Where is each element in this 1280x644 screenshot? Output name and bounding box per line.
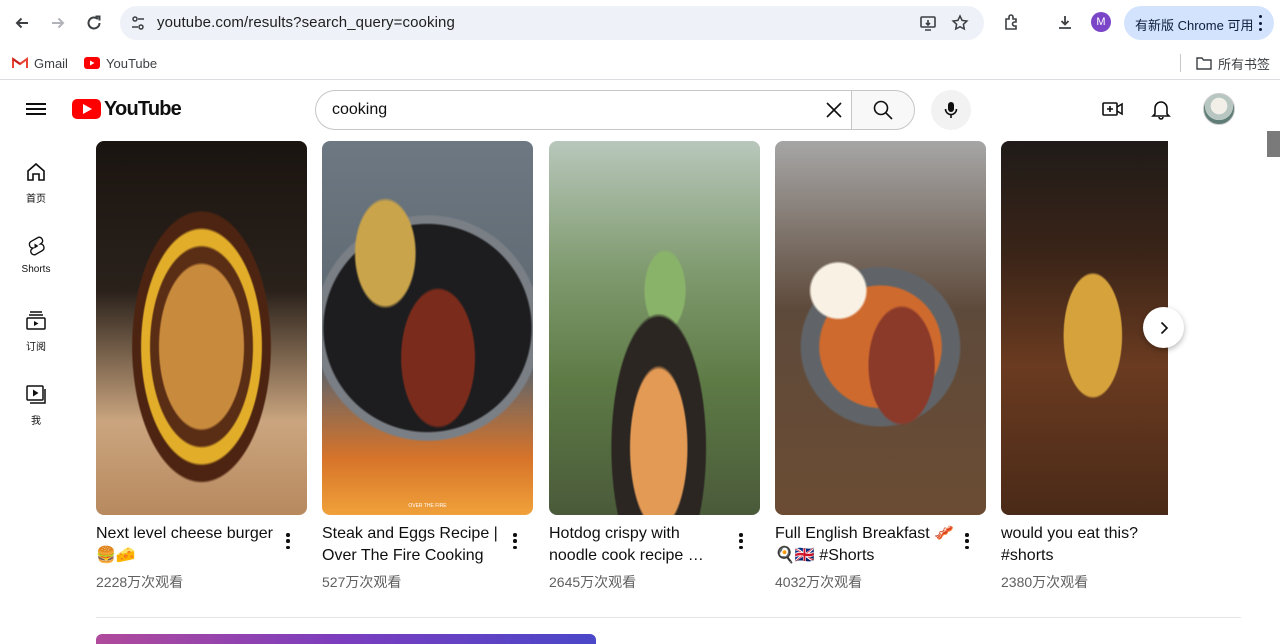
home-icon <box>24 160 48 184</box>
rail-label: 我 <box>31 416 41 427</box>
next-result-preview[interactable] <box>96 634 596 644</box>
search-icon <box>873 100 893 120</box>
short-thumbnail[interactable] <box>96 141 307 515</box>
reload-button[interactable] <box>80 9 108 37</box>
back-button[interactable] <box>8 9 36 37</box>
create-video-icon[interactable] <box>1101 97 1125 121</box>
browser-toolbar: youtube.com/results?search_query=cooking… <box>0 0 1280 46</box>
rail-label: 订阅 <box>26 342 46 353</box>
short-title[interactable]: Next level cheese burger 🍔🧀 <box>96 523 276 567</box>
short-title[interactable]: Full English Breakfast 🥓🍳🇬🇧 #Shorts <box>775 523 955 567</box>
short-views: 4032万次观看 <box>775 574 863 590</box>
downloads-icon[interactable] <box>1053 10 1077 34</box>
shelf-next-button[interactable] <box>1143 307 1184 348</box>
bookmarks-divider <box>1180 54 1181 72</box>
youtube-play-icon <box>72 99 101 119</box>
rail-label: Shorts <box>21 264 51 275</box>
folder-icon <box>1196 56 1212 70</box>
you-icon <box>24 382 48 406</box>
search-button[interactable] <box>851 90 915 130</box>
menu-icon[interactable] <box>24 97 48 121</box>
scrollbar-thumb[interactable] <box>1267 131 1280 157</box>
update-label: 有新版 Chrome 可用 <box>1135 18 1254 33</box>
user-avatar[interactable] <box>1203 93 1235 125</box>
bookmarks-bar: Gmail YouTube 所有书签 <box>0 46 1280 80</box>
short-views: 2645万次观看 <box>549 574 637 590</box>
bookmark-gmail[interactable]: Gmail <box>12 53 68 73</box>
short-title[interactable]: would you eat this? #shorts <box>1001 523 1161 567</box>
clear-search-icon[interactable] <box>822 98 846 122</box>
more-options-icon[interactable] <box>280 531 296 551</box>
thumbnail-watermark: OVER THE FIRE <box>408 503 447 509</box>
more-options-icon[interactable] <box>507 531 523 551</box>
profile-avatar[interactable]: M <box>1091 12 1111 32</box>
search-query[interactable]: cooking <box>332 101 387 119</box>
address-bar[interactable]: youtube.com/results?search_query=cooking <box>120 6 984 40</box>
voice-search-button[interactable] <box>931 90 971 130</box>
chrome-update-button[interactable]: 有新版 Chrome 可用 <box>1124 6 1274 40</box>
rail-label: 首页 <box>26 194 46 205</box>
all-bookmarks[interactable]: 所有书签 <box>1196 53 1270 73</box>
short-views: 2380万次观看 <box>1001 574 1089 590</box>
bookmark-label: Gmail <box>34 55 68 71</box>
more-options-icon[interactable] <box>959 531 975 551</box>
chevron-right-icon <box>1160 321 1168 334</box>
short-views: 527万次观看 <box>322 574 402 590</box>
back-arrow-icon <box>15 17 28 29</box>
subscriptions-icon <box>24 308 48 332</box>
rail-item-home[interactable]: 首页 <box>4 150 68 210</box>
rail-item-shorts[interactable]: Shorts <box>4 224 68 284</box>
short-thumbnail[interactable]: OVER THE FIRE <box>322 141 533 515</box>
rail-item-subscriptions[interactable]: 订阅 <box>4 298 68 358</box>
notifications-bell-icon[interactable] <box>1149 97 1173 121</box>
short-title[interactable]: Steak and Eggs Recipe | Over The Fire Co… <box>322 523 502 567</box>
more-vert-icon[interactable] <box>1254 13 1266 33</box>
more-options-icon[interactable] <box>733 531 749 551</box>
reload-icon <box>87 15 101 30</box>
short-views: 2228万次观看 <box>96 574 184 590</box>
extensions-icon[interactable] <box>1000 10 1024 34</box>
all-bookmarks-label: 所有书签 <box>1218 56 1271 72</box>
short-thumbnail[interactable] <box>549 141 760 515</box>
section-divider <box>96 617 1241 618</box>
url-text[interactable]: youtube.com/results?search_query=cooking <box>157 14 455 31</box>
short-thumbnail[interactable] <box>775 141 986 515</box>
short-title[interactable]: Hotdog crispy with noodle cook recipe … <box>549 523 729 567</box>
forward-arrow-icon <box>52 17 65 29</box>
youtube-icon <box>84 57 100 69</box>
gmail-icon <box>12 57 28 69</box>
site-settings-icon[interactable] <box>128 13 148 33</box>
bookmark-youtube[interactable]: YouTube <box>84 53 157 73</box>
bookmark-label: YouTube <box>106 55 158 71</box>
rail-item-you[interactable]: 我 <box>4 372 68 432</box>
microphone-icon <box>944 102 958 118</box>
install-app-icon[interactable] <box>918 13 938 33</box>
search-input[interactable]: cooking <box>315 90 852 130</box>
shorts-icon <box>24 234 48 258</box>
forward-button[interactable] <box>44 9 72 37</box>
youtube-logo[interactable]: YouTube <box>72 97 182 120</box>
bookmark-star-icon[interactable] <box>950 13 970 33</box>
youtube-header: YouTube cooking <box>0 81 1280 137</box>
logo-text: YouTube <box>104 97 182 120</box>
